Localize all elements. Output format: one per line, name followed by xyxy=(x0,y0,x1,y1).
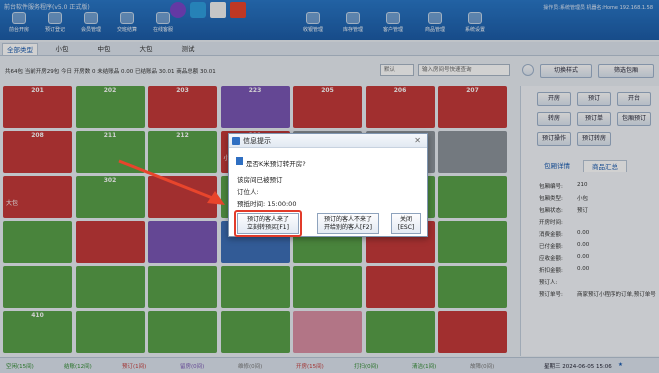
dialog-header: 信息提示 ✕ xyxy=(229,134,427,148)
dialog-title: 信息提示 xyxy=(243,137,271,145)
close-icon[interactable]: ✕ xyxy=(414,134,421,148)
dialog-line-1: 该房间已被预订 xyxy=(237,176,283,184)
annotation-arrow-icon xyxy=(118,159,225,205)
highlight-box xyxy=(234,210,302,237)
not-arrived-button[interactable]: 预订的客人不来了 开给别的客人[F2] xyxy=(317,213,379,234)
close-button[interactable]: 关闭 [ESC] xyxy=(391,213,421,234)
dialog-line-2: 订位人: xyxy=(237,188,259,196)
info-dialog: 信息提示 ✕ 是否K米预订转开房? 该房间已被预订 订位人: 预抵时间: 15:… xyxy=(228,133,428,237)
question-icon xyxy=(236,157,243,165)
dialog-line-3: 预抵时间: 15:00:00 xyxy=(237,200,297,208)
info-icon xyxy=(232,137,240,145)
dialog-question: 是否K米预订转开房? xyxy=(246,160,306,168)
